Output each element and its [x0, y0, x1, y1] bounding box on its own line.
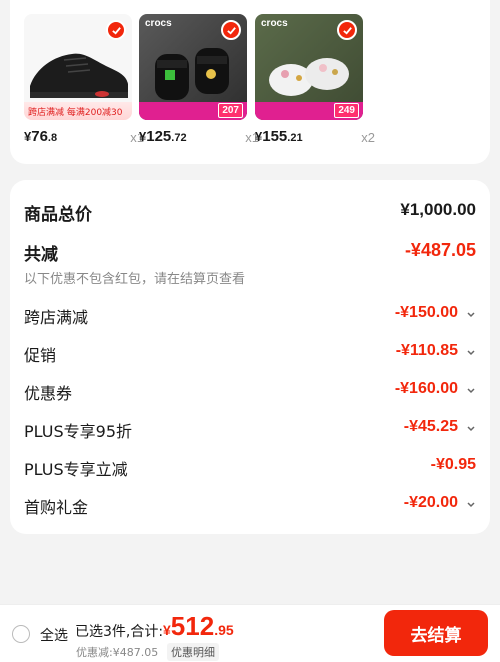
total-amount: ¥512.95	[163, 611, 234, 641]
select-all-radio[interactable]	[12, 625, 30, 643]
product-price: ¥155.21	[255, 128, 303, 145]
discount-value: -¥110.85	[395, 342, 458, 359]
discount-row-plus-instant: PLUS专享立减 -¥0.95	[24, 456, 476, 480]
chevron-down-icon	[467, 350, 475, 356]
discount-label: 跨店满减	[24, 308, 89, 327]
select-all-label[interactable]: 全选	[40, 625, 68, 645]
product-item[interactable]: crocs 207 ¥125.72 x1	[139, 14, 259, 145]
price-row: ¥125.72 x1	[139, 128, 259, 148]
discount-row-plus-95[interactable]: PLUS专享95折 -¥45.25	[24, 418, 476, 442]
chevron-down-icon	[467, 388, 475, 394]
goods-total-value: ¥1,000.00	[400, 200, 476, 219]
promo-banner-text: 跨店满减 每满200减30	[28, 108, 123, 118]
product-item[interactable]: 跨店满减 每满200减30 ¥76.8 x1	[24, 14, 144, 145]
goods-total-row: 商品总价 ¥1,000.00	[24, 200, 476, 225]
discount-row-coupon[interactable]: 优惠券 -¥160.00	[24, 380, 476, 404]
product-price: ¥76.8	[24, 128, 58, 145]
check-icon	[342, 26, 352, 35]
product-price: ¥125.72	[139, 128, 187, 145]
discount-value: -¥20.00	[403, 494, 458, 511]
discount-row-first-purchase[interactable]: 首购礼金 -¥20.00	[24, 494, 476, 518]
price-row: ¥155.21 x2	[255, 128, 375, 148]
tag-price: 207	[218, 103, 243, 118]
check-icon	[226, 26, 236, 35]
selected-products-card: 跨店满减 每满200减30 ¥76.8 x1 crocs 207 ¥125.72…	[10, 0, 490, 164]
discount-label: PLUS专享95折	[24, 422, 132, 441]
product-image[interactable]: crocs 207	[139, 14, 247, 120]
goods-total-label: 商品总价	[24, 205, 92, 225]
discount-label: PLUS专享立减	[24, 460, 128, 479]
promo-banner: 跨店满减 每满200减30	[24, 102, 132, 120]
discount-row-promotion[interactable]: 促销 -¥110.85	[24, 342, 476, 366]
discount-value: -¥160.00	[394, 380, 458, 397]
discount-label: 首购礼金	[24, 498, 89, 517]
selected-count-text: 已选3件,合计:	[75, 624, 164, 640]
product-item[interactable]: crocs 249 ¥155.21 x2	[255, 14, 375, 145]
discount-label: 优惠券	[24, 384, 73, 403]
price-summary-card: 商品总价 ¥1,000.00 共减 -¥487.05 以下优惠不包含红包，请在结…	[10, 180, 490, 534]
discount-detail-button[interactable]: 优惠明细	[167, 643, 219, 661]
product-image[interactable]: crocs 249	[255, 14, 363, 120]
product-image[interactable]: 跨店满减 每满200减30	[24, 14, 132, 120]
price-row: ¥76.8 x1	[24, 128, 144, 148]
discount-summary: 优惠减:¥487.05	[76, 646, 159, 659]
checkout-button[interactable]: 去结算	[384, 610, 488, 656]
discount-row-cross-store[interactable]: 跨店满减 -¥150.00	[24, 304, 476, 328]
discount-label: 促销	[24, 346, 57, 365]
chevron-down-icon	[467, 426, 475, 432]
discount-value: -¥0.95	[430, 456, 476, 473]
reduction-note: 以下优惠不包含红包，请在结算页查看	[24, 272, 246, 287]
item-checkbox-checked[interactable]	[337, 20, 357, 40]
product-quantity: x2	[361, 130, 375, 145]
tag-price: 249	[334, 103, 359, 118]
reduction-row: 共减 -¥487.05	[24, 240, 476, 265]
discount-value: -¥45.25	[403, 418, 458, 435]
discount-value: -¥150.00	[394, 304, 458, 321]
chevron-down-icon	[467, 502, 475, 508]
reduction-label: 共减	[24, 245, 58, 265]
item-checkbox-checked[interactable]	[221, 20, 241, 40]
reduction-value: -¥487.05	[404, 240, 476, 260]
chevron-down-icon	[467, 312, 475, 318]
item-checkbox-checked[interactable]	[106, 20, 126, 40]
check-icon	[111, 26, 121, 35]
